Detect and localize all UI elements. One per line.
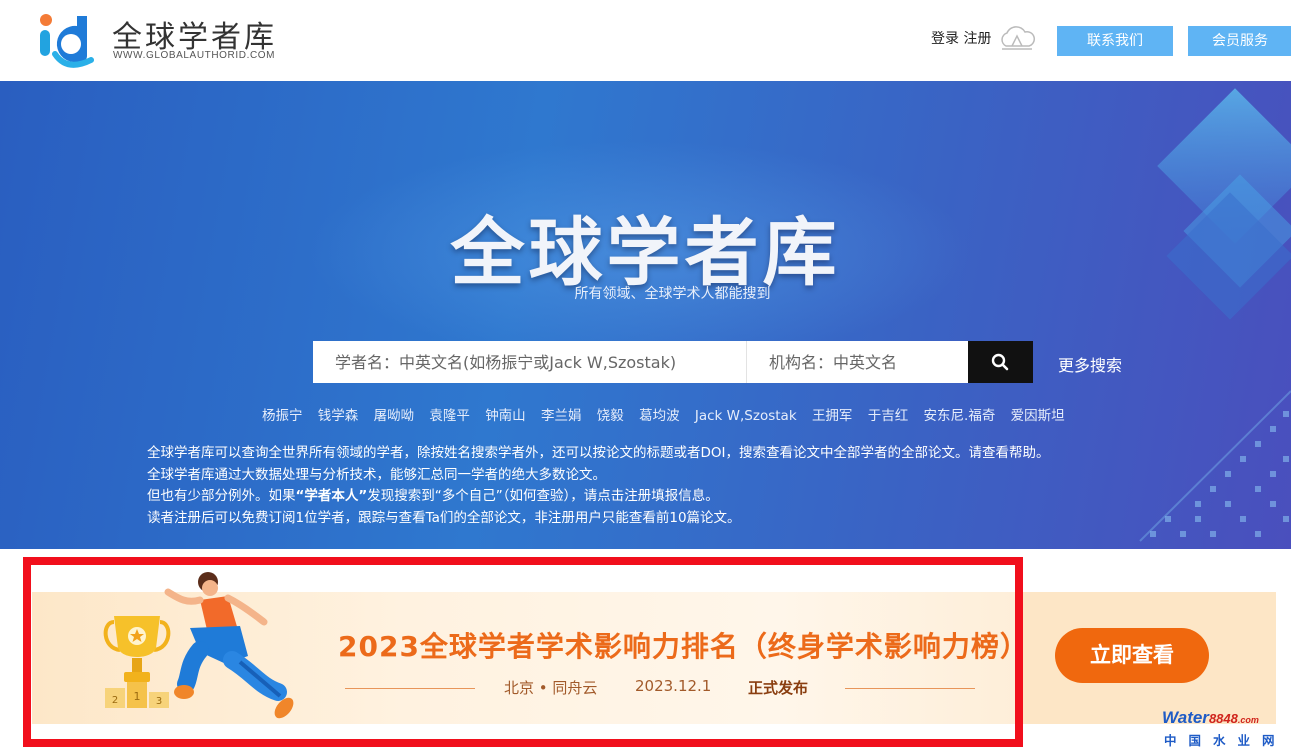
how-to-verify-link[interactable]: 如何查验 [510,488,564,504]
contact-us-button[interactable]: 联系我们 [1057,26,1173,56]
scholar-link[interactable]: 爱因斯坦 [1011,408,1065,424]
description-emphasis: “学者本人” [295,488,368,504]
institution-name-input[interactable] [746,341,968,383]
view-now-button[interactable]: 立即查看 [1055,628,1209,683]
logo-subtitle: WWW.GLOBALAUTHORID.COM [113,50,276,61]
scholar-link[interactable]: 李兰娟 [541,408,582,424]
popular-scholars: 杨振宁 钱学森 屠呦呦 袁隆平 钟南山 李兰娟 饶毅 葛均波 Jack W,Sz… [262,404,1076,424]
logo-id-icon[interactable] [33,6,97,70]
scholar-link[interactable]: 于吉红 [868,408,909,424]
scholar-link[interactable]: 饶毅 [597,408,624,424]
site-description: 全球学者库可以查询全世界所有领域的学者，除按姓名搜索学者外，还可以按论文的标题或… [147,443,1177,529]
scholar-link[interactable]: 袁隆平 [429,408,470,424]
register-link[interactable]: 注册 [624,488,651,504]
description-text: 发现搜索到“多个自己”（ [367,488,510,504]
watermark-logo: Water8848.com 中国水业网 [1162,708,1288,752]
description-line: 读者注册后可以免费订阅1位学者，跟踪与查看Ta们的全部论文，非注册用户只能查看前… [147,509,741,526]
search-icon [991,353,1009,371]
member-service-button[interactable]: 会员服务 [1188,26,1291,56]
help-link[interactable]: 帮助 [1009,445,1036,461]
description-text: 全球学者库可以查询全世界所有领域的学者，除按姓名搜索学者外，还可以按论文的标题或… [147,445,1010,461]
site-header: 全球学者库 WWW.GLOBALAUTHORID.COM 登录 注册 联系我们 … [0,0,1291,81]
description-line: 全球学者库通过大数据处理与分析技术，能够汇总同一学者的绝大多数论文。 [147,466,606,483]
description-line: 但也有少部分例外。如果“学者本人”发现搜索到“多个自己”（如何查验），请点击注册… [147,486,1177,508]
description-text: 填报信息。 [651,488,719,504]
description-text: ），请点击 [563,488,625,504]
scholar-link[interactable]: 屠呦呦 [374,408,415,424]
hero-section: 全球学者库 所有领域、全球学术人都能搜到 更多搜索 杨振宁 钱学森 屠呦呦 袁隆… [0,81,1291,549]
login-register-link[interactable]: 登录 注册 [931,28,991,48]
watermark-brand: Water8848.com [1162,708,1259,727]
cloud-icon [1001,26,1035,50]
scholar-link[interactable]: 钟南山 [485,408,526,424]
scholar-link[interactable]: 杨振宁 [262,408,303,424]
scholar-name-input[interactable] [313,341,745,383]
scholar-link[interactable]: 安东尼.福奇 [924,408,996,424]
search-bar [313,341,1033,383]
scholar-link[interactable]: 钱学森 [318,408,359,424]
highlight-frame [23,557,1023,747]
scholar-link[interactable]: 王拥军 [812,408,853,424]
more-search-link[interactable]: 更多搜索 [1058,352,1122,376]
description-text: 但也有少部分例外。如果 [147,488,296,504]
search-button[interactable] [968,341,1033,383]
scholar-link[interactable]: Jack W,Szostak [695,408,797,424]
watermark-cn: 中国水业网 [1164,733,1287,748]
hero-subtitle: 所有领域、全球学术人都能搜到 [574,286,771,302]
description-text: 。 [1036,445,1050,461]
description-line: 全球学者库可以查询全世界所有领域的学者，除按姓名搜索学者外，还可以按论文的标题或… [147,443,1177,465]
scholar-link[interactable]: 葛均波 [639,408,680,424]
